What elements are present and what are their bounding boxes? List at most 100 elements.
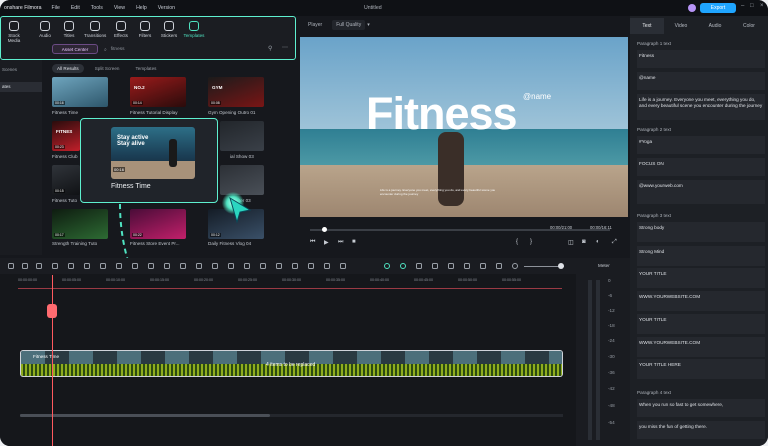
render-icon[interactable] (432, 263, 438, 269)
search-input[interactable]: fitness (111, 47, 125, 52)
mask-icon[interactable] (180, 263, 186, 269)
text-field[interactable]: #Yoga (637, 136, 765, 154)
camera-icon[interactable]: ◙ (582, 239, 586, 245)
tool-audio[interactable]: Audio (34, 21, 56, 38)
keyframe-icon[interactable] (196, 263, 202, 269)
ripple-icon[interactable] (400, 263, 406, 269)
scrub-handle[interactable] (322, 227, 327, 232)
speed-icon[interactable] (164, 263, 170, 269)
image-icon[interactable] (480, 263, 486, 269)
more-icon[interactable]: ⋯ (282, 44, 288, 51)
tool-stickers[interactable]: Stickers (158, 21, 180, 38)
tab-video[interactable]: Video (664, 18, 698, 34)
sticker-tool-icon[interactable] (244, 263, 250, 269)
playhead-handle[interactable] (47, 304, 57, 318)
timeline-scroll-thumb[interactable] (20, 414, 270, 417)
tag-icon[interactable] (324, 263, 330, 269)
tab-audio[interactable]: Audio (698, 18, 732, 34)
undo-icon[interactable] (8, 263, 14, 269)
filter-templates[interactable]: Templates (130, 64, 161, 73)
template-card[interactable]: GYM 00:08 (208, 77, 264, 107)
tab-text[interactable]: Text (630, 18, 664, 34)
template-preview-popup[interactable]: Stay active Stay alive 00:16 Fitness Tim… (80, 118, 218, 203)
voiceover-icon[interactable] (464, 263, 470, 269)
filter-all-results[interactable]: All Results (52, 64, 84, 73)
text-field[interactable]: Strong body (637, 222, 765, 242)
menu-file[interactable]: File (51, 5, 59, 11)
fullscreen-icon[interactable]: ⤢ (612, 239, 617, 246)
zoom-slider-handle[interactable] (558, 263, 564, 269)
snap-icon[interactable] (384, 263, 390, 269)
tool-filters[interactable]: Filters (134, 21, 156, 38)
text-field[interactable]: FOCUS ON (637, 158, 765, 176)
layout-icon[interactable] (260, 263, 266, 269)
trash-icon[interactable] (52, 263, 58, 269)
tool-effects[interactable]: Effects (110, 21, 132, 38)
tool-titles[interactable]: Titles (58, 21, 80, 38)
previous-frame-icon[interactable]: ⏮ (310, 239, 315, 246)
menu-edit[interactable]: Edit (71, 5, 80, 11)
audio-tool-icon[interactable] (228, 263, 234, 269)
play-icon[interactable]: ▶ (324, 239, 329, 246)
template-card[interactable]: 00:15 (52, 165, 80, 195)
color-icon[interactable] (148, 263, 154, 269)
template-card[interactable] (220, 121, 264, 151)
filter-icon[interactable]: ⚲ (268, 45, 272, 52)
mark-in-icon[interactable]: { (516, 239, 518, 245)
text-field[interactable]: Strong Mind (637, 246, 765, 266)
mic-icon[interactable] (448, 263, 454, 269)
text-field[interactable]: When you run so fast to get somewhere, (637, 399, 765, 417)
text-field[interactable]: YOUR TITLE (637, 268, 765, 288)
zoom-icon[interactable] (132, 263, 138, 269)
tool-transitions[interactable]: Transitions (84, 21, 106, 38)
template-card[interactable]: 00:17 (52, 209, 108, 239)
template-card[interactable]: NO.2 00:14 (130, 77, 186, 107)
tab-color[interactable]: Color (732, 18, 766, 34)
text-field[interactable]: Life is a journey. Everyone you meet, ev… (637, 94, 765, 120)
text-tool-icon[interactable] (116, 263, 122, 269)
stop-icon[interactable]: ■ (352, 239, 356, 245)
text-field[interactable]: @www.yourweb.com (637, 180, 765, 204)
playhead[interactable] (52, 275, 54, 446)
text-field[interactable]: WWW.YOURWEBSITE.COM (637, 291, 765, 311)
text-field[interactable]: YOUR TITLE (637, 314, 765, 334)
zoom-out-icon[interactable] (512, 263, 518, 269)
user-avatar[interactable] (688, 4, 696, 12)
template-card[interactable]: 00:16 (52, 77, 108, 107)
minimize-icon[interactable]: – (741, 3, 744, 9)
export-button[interactable]: Export (700, 3, 736, 13)
timer-icon[interactable] (212, 263, 218, 269)
mark-out-icon[interactable]: } (530, 239, 532, 245)
export-frame-icon[interactable] (340, 263, 346, 269)
close-icon[interactable]: × (760, 3, 764, 9)
ai-icon[interactable] (496, 263, 502, 269)
text-field[interactable]: YOUR TITLE HERE (637, 359, 765, 379)
template-card[interactable] (220, 165, 264, 195)
sidebar-item-scenes[interactable]: Scenes (0, 65, 42, 75)
text-field[interactable]: Fitness (637, 50, 765, 68)
crop-icon[interactable] (100, 263, 106, 269)
maximize-icon[interactable]: □ (750, 3, 754, 9)
menu-view[interactable]: View (114, 5, 125, 11)
filter-split-screen[interactable]: Split Screen (90, 64, 125, 73)
menu-help[interactable]: Help (136, 5, 147, 11)
template-card[interactable]: FITNES 00:23 (52, 121, 80, 151)
cut-icon[interactable] (68, 263, 74, 269)
sidebar-item-templates[interactable]: ates (0, 82, 42, 92)
quality-select[interactable]: Full Quality (332, 20, 366, 30)
text-field[interactable]: you miss the fun of getting there. (637, 421, 765, 439)
marker-icon[interactable] (416, 263, 422, 269)
tool-stock-media[interactable]: Stock Media (3, 21, 25, 43)
volume-icon[interactable]: ◐ (596, 239, 600, 245)
text-field[interactable]: @name (637, 72, 765, 90)
grid-icon[interactable] (308, 263, 314, 269)
menu-tools[interactable]: Tools (91, 5, 103, 11)
snapshot-icon[interactable]: ◫ (568, 239, 574, 246)
settings-icon[interactable] (276, 263, 282, 269)
redo-icon[interactable] (22, 263, 28, 269)
asset-center-button[interactable]: Asset Center (52, 44, 98, 54)
split-icon[interactable] (84, 263, 90, 269)
chart-icon[interactable] (292, 263, 298, 269)
menu-version[interactable]: Version (158, 5, 175, 11)
tool-templates[interactable]: Templates (183, 21, 205, 38)
